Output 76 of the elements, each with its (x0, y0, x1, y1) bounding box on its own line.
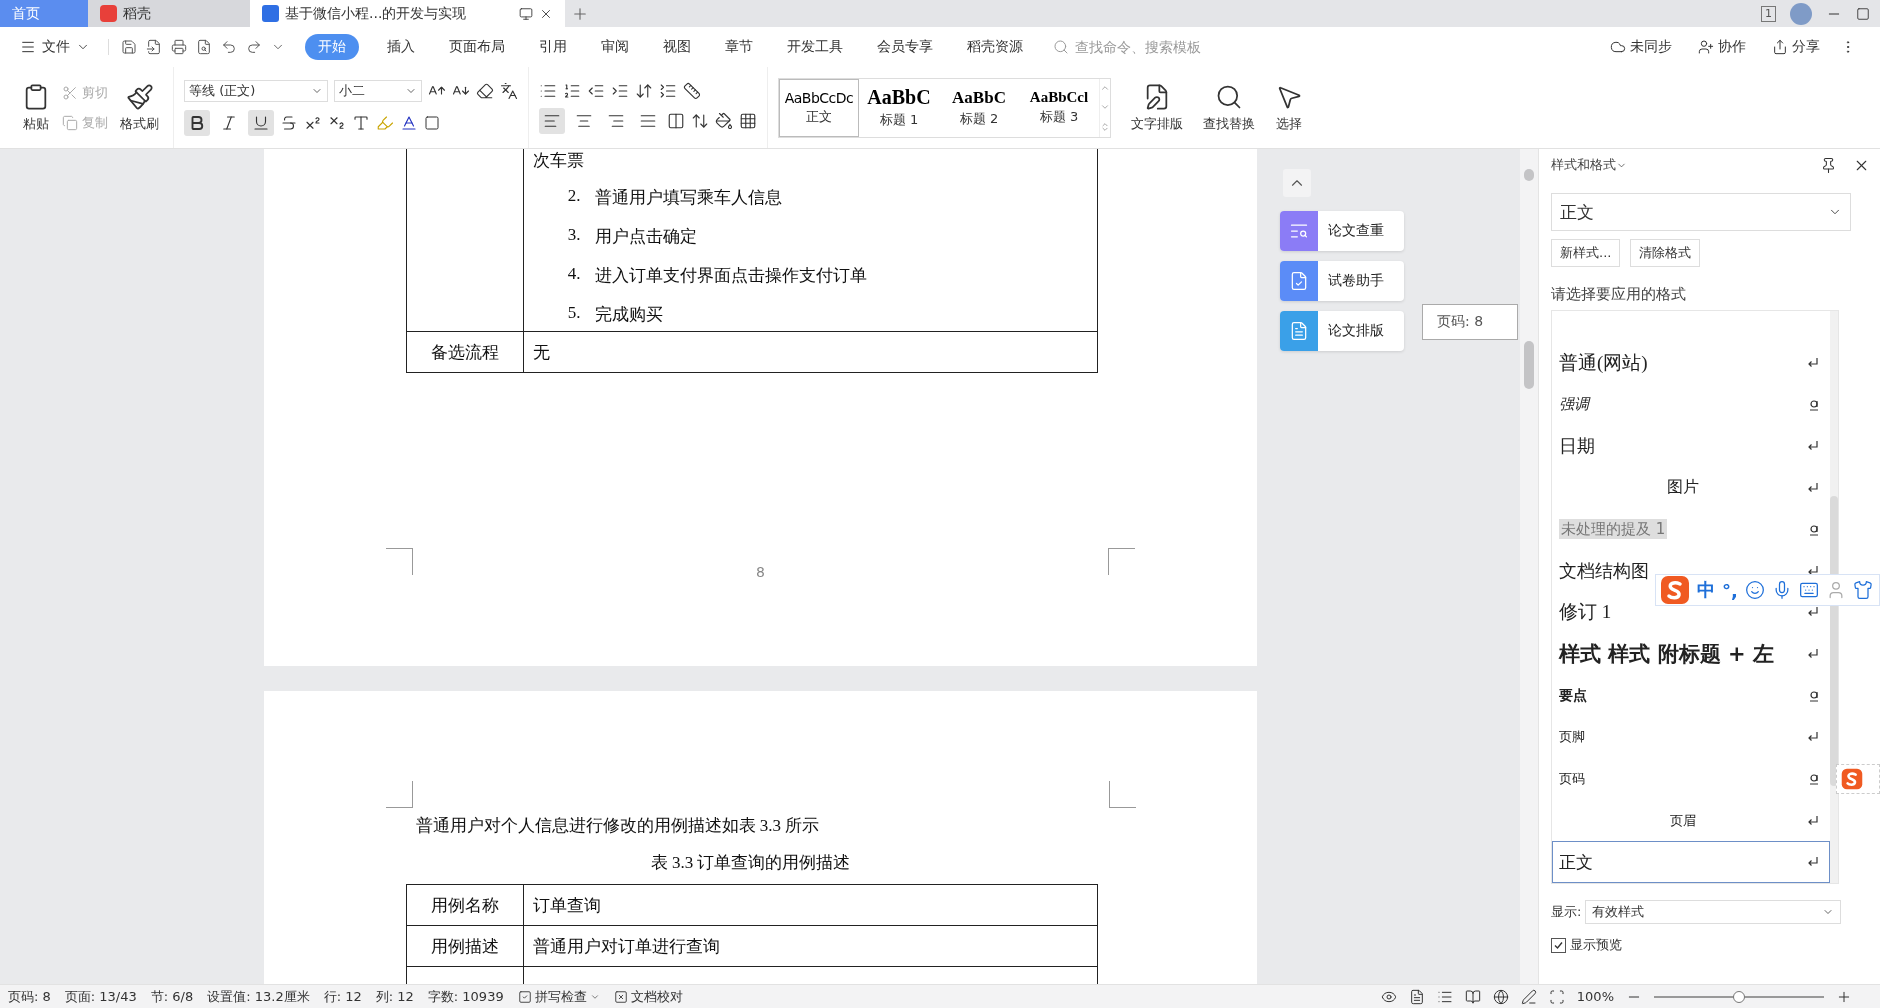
ribbon-tab[interactable]: 引用 (539, 34, 567, 60)
ribbon-tab[interactable]: 审阅 (601, 34, 629, 60)
status-text: 列: 12 (375, 987, 414, 1006)
table-caption: 表 3.3 订单查询的用例描述 (649, 852, 852, 874)
status-button[interactable]: 文档校对 (613, 987, 683, 1006)
ribbon-button[interactable]: 文字排版 (1127, 78, 1187, 137)
tab[interactable]: 稻壳 (88, 0, 250, 27)
status-text: 页面: 13/43 (64, 987, 137, 1006)
style-item[interactable]: 页眉 (1552, 799, 1830, 842)
ribbon-tab[interactable]: 插入 (387, 34, 415, 60)
section-label: 请选择要应用的格式 (1551, 285, 1687, 304)
table-cell-text: 普通用户对订单进行查询 (532, 935, 721, 958)
ribbon-tab[interactable]: 视图 (663, 34, 691, 60)
tooltip: 页码: 8 (1422, 304, 1518, 340)
field-label: 显示: (1551, 903, 1582, 921)
ribbon-button[interactable]: 查找替换 (1199, 78, 1259, 137)
list-item-text: 普通用户填写乘车人信息 (594, 187, 782, 209)
file-menu[interactable]: 文件 (14, 38, 96, 56)
assistant-button[interactable]: 论文查重 (1280, 211, 1404, 251)
style-select[interactable]: 正文 (1551, 193, 1851, 231)
cell-text: 次车票 (532, 150, 585, 172)
style-item[interactable]: 正文 (1552, 841, 1830, 883)
font-select[interactable]: 等线 (正文) (184, 79, 328, 102)
style-item[interactable]: 图片 (1552, 466, 1830, 509)
input-mode[interactable]: 中 (1697, 578, 1715, 602)
size-select[interactable]: 小二 (334, 79, 422, 102)
assistant-button[interactable]: 论文排版 (1280, 311, 1404, 351)
style-item[interactable]: 页脚 (1552, 716, 1830, 759)
paragraph: 普通用户对个人信息进行修改的用例描述如表 3.3 所示 (415, 815, 821, 837)
ribbon-tab[interactable]: 稻壳资源 (967, 34, 1023, 60)
style-item[interactable]: 页码 (1552, 758, 1830, 800)
table-cell-text: 用例名称 (430, 894, 499, 917)
page-number: 8 (756, 564, 765, 580)
ribbon-tab[interactable]: 会员专享 (877, 34, 933, 60)
assistant-button[interactable]: 试卷助手 (1280, 261, 1404, 301)
status-text: 节: 6/8 (150, 987, 194, 1006)
status-text: 设置值: 13.2厘米 (207, 987, 310, 1006)
panel-title[interactable]: 样式和格式 (1551, 156, 1616, 174)
style-item[interactable]: 样式 样式 附标题 + 左 (1552, 633, 1830, 675)
status-text: 行: 12 (323, 987, 362, 1006)
toolbar-button[interactable]: 未同步 (1604, 37, 1678, 57)
zoom-level[interactable]: 100% (1576, 989, 1614, 1004)
table-cell-text: 订单查询 (532, 894, 602, 917)
panel-button[interactable]: 新样式... (1551, 239, 1621, 267)
show-select[interactable]: 有效样式 (1585, 900, 1842, 924)
ribbon-tab[interactable]: 章节 (725, 34, 753, 60)
window-count[interactable]: 1 (1761, 5, 1776, 22)
format-painter-button[interactable]: 格式刷 (116, 78, 163, 137)
style-item[interactable]: 日期 (1552, 425, 1830, 467)
status-text: 字数: 10939 (427, 987, 504, 1006)
list-item-text: 进入订单支付界面点击操作支付订单 (594, 265, 867, 287)
tab[interactable]: 基于微信小程...的开发与实现 (250, 0, 565, 27)
table-cell-text: 备选流程 (430, 341, 499, 364)
toolbar-button[interactable]: 协作 (1692, 37, 1752, 57)
status-button[interactable]: 拼写检查 (517, 987, 600, 1006)
style-item[interactable]: 普通(网站) (1552, 342, 1830, 384)
table-cell-text: 用例描述 (430, 935, 499, 958)
ribbon-tab[interactable]: 开发工具 (787, 34, 843, 60)
punctuation-mode[interactable]: °, (1722, 579, 1738, 601)
list-item-text: 完成购买 (594, 304, 663, 326)
preview-checkbox[interactable]: 显示预览 (1551, 936, 1880, 954)
status-text: 页码: 8 (8, 987, 51, 1006)
ribbon-button[interactable]: 选择 (1271, 78, 1307, 137)
paste-button[interactable]: 粘贴 (18, 78, 54, 137)
toolbar-button[interactable]: 分享 (1766, 37, 1826, 57)
ribbon-tab[interactable]: 页面布局 (449, 34, 505, 60)
panel-button[interactable]: 清除格式 (1630, 239, 1701, 267)
list-number: 2. (566, 186, 581, 207)
list-number: 3. (566, 225, 581, 246)
list-number: 5. (566, 303, 581, 324)
list-item-text: 用户点击确定 (594, 226, 697, 248)
style-preset[interactable]: AaBbCcDc 正文 (779, 78, 859, 137)
list-number: 4. (566, 264, 581, 285)
style-item[interactable]: 强调 (1552, 383, 1830, 426)
table-cell-text: 无 (532, 341, 551, 364)
style-item[interactable]: 要点 (1552, 674, 1830, 717)
